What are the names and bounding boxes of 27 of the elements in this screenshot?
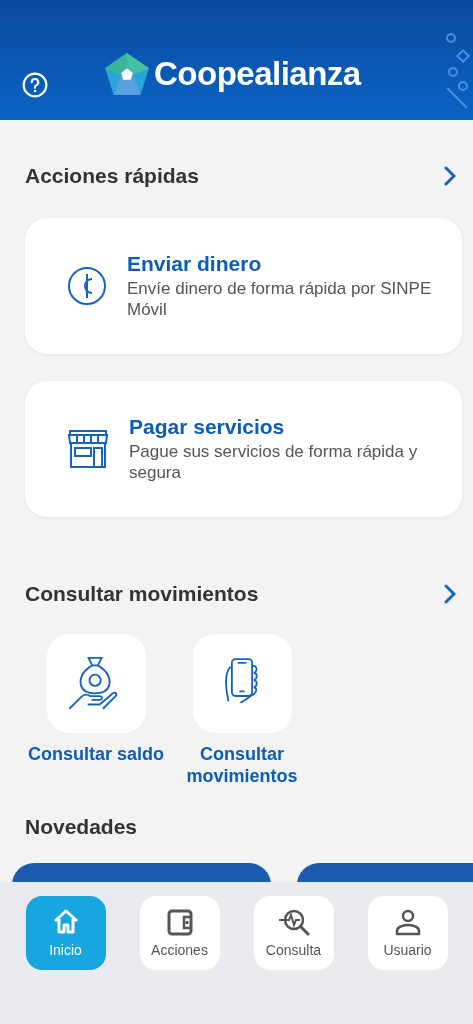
wallet-icon — [165, 908, 194, 936]
nav-tab[interactable]: Usuario — [367, 896, 448, 970]
tile-label[interactable]: Consultar saldo — [23, 743, 169, 765]
section-title: Consultar movimientos — [25, 582, 259, 606]
action-description: Envíe dinero de forma rápida por SINPE Móvil — [127, 278, 433, 320]
home-icon — [51, 908, 80, 936]
tile-label[interactable]: Consultar movimientos — [169, 743, 315, 787]
search-icon — [276, 908, 311, 936]
action-title: Enviar dinero — [127, 252, 263, 276]
action-card[interactable]: Pagar servicios Pague sus servicios de forma rápida y segura — [25, 381, 462, 517]
tile-button[interactable] — [46, 634, 146, 733]
user-icon — [393, 908, 422, 936]
chevron-right-icon[interactable] — [444, 584, 456, 604]
help-icon[interactable] — [22, 72, 48, 98]
section-title: Novedades — [25, 815, 139, 839]
nav-tab[interactable]: Acciones — [139, 896, 220, 970]
logo-text: Coopealianza — [154, 55, 361, 93]
action-title: Pagar servicios — [129, 415, 286, 439]
nav-tab[interactable]: Consulta — [253, 896, 334, 970]
action-card[interactable]: Enviar dinero Envíe dinero de forma rápida por SINPE Móvil — [25, 218, 462, 354]
tile-button[interactable] — [192, 634, 292, 733]
store-icon — [67, 430, 109, 468]
colon-coin-icon — [67, 266, 107, 306]
action-description: Pague sus servicios de forma rápida y segura — [129, 441, 419, 483]
pentagon-logo-icon — [104, 52, 150, 96]
chevron-right-icon[interactable] — [444, 166, 456, 186]
section-title: Acciones rápidas — [25, 164, 199, 188]
